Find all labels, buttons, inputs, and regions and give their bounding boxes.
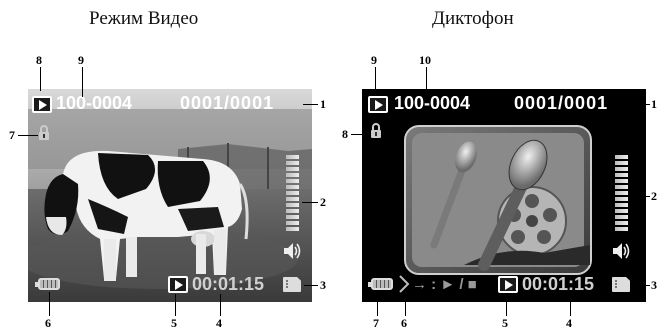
- elapsed-time: 00:01:15: [192, 274, 265, 294]
- callout-2: 2: [320, 195, 326, 209]
- jack-icon: [399, 275, 410, 293]
- play-icon: [168, 276, 188, 293]
- video-screen: 100-0004 0001/0001 00:01:15: [28, 89, 312, 302]
- battery-icon: [368, 278, 393, 290]
- microphone-graphic: [404, 125, 592, 275]
- callout-1: 1: [320, 97, 326, 111]
- callout-3: 3: [651, 278, 657, 292]
- level-bars-icon: [615, 155, 628, 233]
- leader-line: [377, 292, 378, 316]
- sd-card-icon: [283, 277, 301, 292]
- leader-line: [18, 135, 38, 136]
- leader-line: [220, 294, 221, 316]
- leader-line: [426, 67, 427, 97]
- leader-line: [304, 285, 318, 286]
- level-bars-icon: [286, 155, 299, 233]
- callout-9: 9: [78, 53, 84, 67]
- lock-icon: [371, 123, 381, 138]
- leader-line: [351, 134, 368, 135]
- leader-line: [405, 293, 406, 316]
- leader-line: [303, 104, 318, 105]
- elapsed-time: 00:01:15: [522, 274, 595, 294]
- cow-photo: [28, 89, 312, 302]
- file-counter: 0001/0001: [514, 93, 609, 113]
- leader-line: [637, 104, 650, 105]
- callout-4: 4: [566, 316, 572, 330]
- lock-icon: [39, 125, 49, 140]
- recorder-screen: 100-0004 0001/0001 → : ► / ■ 00:01:15: [362, 89, 646, 302]
- battery-icon: [35, 278, 60, 290]
- callout-4: 4: [216, 316, 222, 330]
- play-icon: [498, 276, 518, 293]
- callout-5: 5: [502, 316, 508, 330]
- callout-9: 9: [371, 53, 377, 67]
- callout-6: 6: [45, 316, 51, 330]
- leader-line: [302, 202, 318, 203]
- leader-line: [175, 294, 176, 316]
- callout-8: 8: [342, 127, 348, 141]
- video-mode-title: Режим Видео: [89, 8, 199, 29]
- leader-line: [506, 294, 507, 316]
- callout-6: 6: [401, 316, 407, 330]
- folder-file-number: 100-0004: [394, 93, 471, 113]
- sd-card-icon: [612, 277, 630, 292]
- callout-5: 5: [171, 316, 177, 330]
- file-counter: 0001/0001: [180, 93, 275, 113]
- callout-10: 10: [419, 53, 431, 67]
- callout-3: 3: [320, 278, 326, 292]
- callout-1: 1: [651, 97, 657, 111]
- leader-line: [632, 285, 650, 286]
- voice-recorder-title: Диктофон: [432, 8, 514, 29]
- leader-line: [631, 196, 650, 197]
- speaker-icon: [284, 243, 301, 259]
- callout-8: 8: [36, 53, 42, 67]
- callout-7: 7: [9, 128, 15, 142]
- leader-line: [40, 67, 41, 91]
- leader-line: [49, 292, 50, 316]
- playback-controls: → : ► / ■: [412, 276, 477, 293]
- leader-line: [82, 67, 83, 97]
- speaker-icon: [613, 243, 630, 259]
- callout-2: 2: [651, 189, 657, 203]
- play-icon: [32, 96, 52, 113]
- leader-line: [375, 67, 376, 91]
- leader-line: [570, 294, 571, 316]
- callout-7: 7: [373, 316, 379, 330]
- play-icon: [368, 96, 388, 113]
- folder-file-number: 100-0004: [56, 93, 133, 113]
